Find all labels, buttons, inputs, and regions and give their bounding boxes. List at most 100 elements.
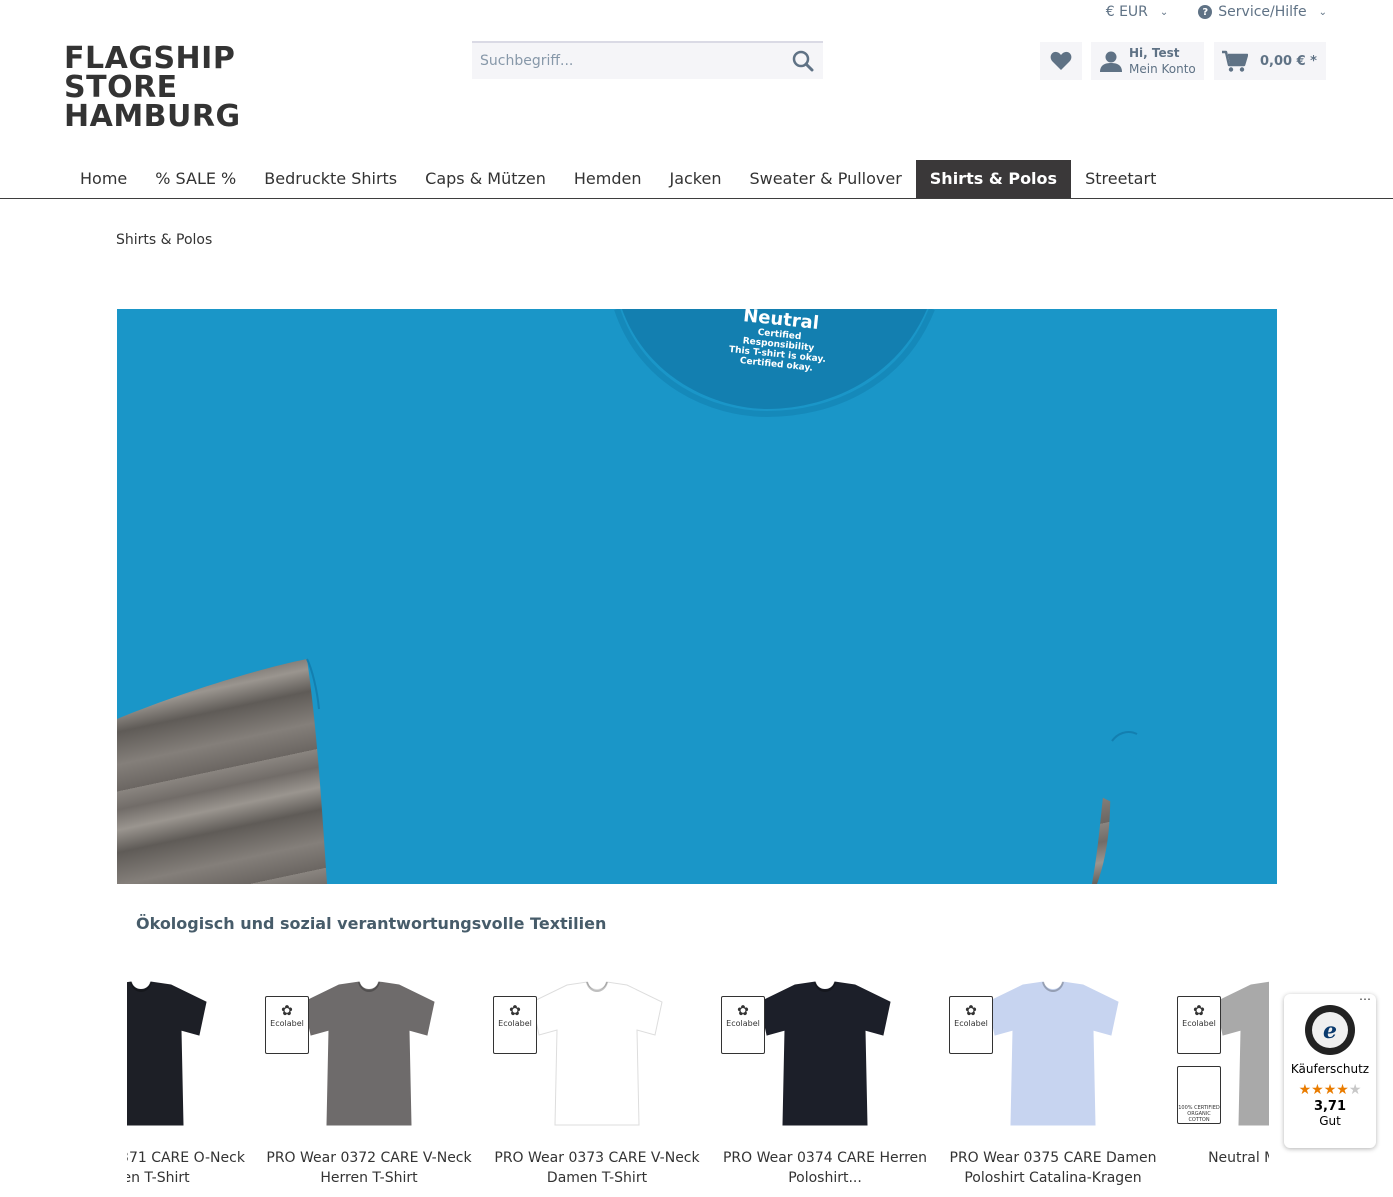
nav-item-1[interactable]: % SALE %	[141, 160, 250, 198]
nav-item-4[interactable]: Hemden	[560, 160, 656, 198]
product-image[interactable]	[527, 980, 667, 1130]
nav-list: Home% SALE % Bedruckte Shirts Caps & Mütze…	[66, 160, 1170, 198]
ecolabel-flower-icon: ✿	[281, 1003, 293, 1019]
ecolabel-flower-icon: ✿	[1193, 1003, 1205, 1019]
nav-item-3[interactable]: Caps & Mützen	[411, 160, 560, 198]
svg-text:e: e	[1323, 1018, 1337, 1044]
product-name-line-2: Poloshirt...	[788, 1170, 862, 1186]
cart-button[interactable]: 0,00 € *	[1214, 42, 1326, 80]
category-banner: Neutral Certified Responsibility This T-…	[117, 309, 1277, 884]
nav-item-7[interactable]: Shirts & Polos	[915, 160, 1072, 198]
product-name[interactable]: PRO Wear 0375 CARE Damen Poloshirt Catali…	[939, 1148, 1167, 1188]
wishlist-button[interactable]	[1040, 42, 1082, 80]
product-name-line-2: Damen T-Shirt	[546, 1170, 648, 1186]
star-icon: ★	[1348, 1082, 1362, 1098]
product-name-line-1: Neutral Mens Classic	[1208, 1150, 1269, 1166]
neck-label: Neutral Certified Responsibility This T-…	[726, 309, 832, 375]
more-icon[interactable]: ⋯	[1359, 992, 1371, 1006]
product-name-line-2: Herren T-Shirt	[127, 1170, 190, 1186]
nav-item-0[interactable]: Home	[66, 160, 141, 198]
product-name-line-2: Poloshirt Catalina-Kragen	[964, 1170, 1142, 1186]
product-image[interactable]	[127, 980, 211, 1130]
product-card[interactable]: ✿EcolabelPRO Wear 0371 CARE O-NeckHerren…	[127, 970, 255, 1197]
trust-label: Käuferschutz	[1290, 1062, 1370, 1076]
product-name[interactable]: PRO Wear 0371 CARE O-Neck Herren T-Shirt	[127, 1148, 255, 1188]
user-icon	[1100, 51, 1122, 72]
currency-label: € EUR	[1105, 4, 1148, 20]
product-name-line-2: Herren T-Shirt	[320, 1170, 418, 1186]
ecolabel-text: Ecolabel	[270, 1019, 304, 1028]
question-icon: ?	[1198, 5, 1213, 19]
star-icon: ★	[1336, 1082, 1349, 1098]
search-bar	[472, 41, 823, 79]
trusted-shops-seal-icon: e	[1305, 1005, 1355, 1055]
ecolabel-text: Ecolabel	[726, 1019, 760, 1028]
ecolabel-text: Ecolabel	[954, 1019, 988, 1028]
store-logo[interactable]: FLAGSHIP STORE HAMBURG	[64, 41, 254, 134]
account-greeting: Hi, Test	[1129, 46, 1180, 60]
search-input[interactable]	[472, 43, 783, 79]
trusted-shops-badge[interactable]: ⋯ e Käuferschutz ★★★★★ 3,71 Gut	[1284, 992, 1376, 1148]
product-image[interactable]	[299, 980, 439, 1130]
logo-line-1: FLAGSHIP	[64, 41, 236, 76]
chevron-down-icon: ⌄	[1159, 6, 1169, 18]
product-name[interactable]: PRO Wear 0372 CARE V-Neck Herren T-Shirt	[255, 1148, 483, 1188]
top-bar: € EUR ⌄ ? Service/Hilfe ⌄	[1106, 0, 1327, 24]
nav-item-5[interactable]: Jacken	[655, 160, 735, 198]
cart-amount: 0,00 € *	[1260, 53, 1317, 69]
cart-icon	[1222, 50, 1248, 72]
section-title: Ökologisch und sozial verantwortungsvoll…	[136, 914, 607, 933]
chevron-down-icon: ⌄	[1318, 6, 1327, 18]
product-name-line-1: PRO Wear 0371 CARE O-Neck	[127, 1150, 245, 1166]
ecolabel-flower-icon: ✿	[737, 1003, 749, 1019]
product-card[interactable]: ✿ Ecolabel 100% CERTIFIED ORGANIC COTTON Ne…	[1167, 970, 1269, 1197]
t-shirt-image	[117, 309, 1277, 884]
ecolabel-badge: ✿ Ecolabel	[265, 996, 309, 1054]
trust-grade: Gut	[1319, 1114, 1341, 1128]
star-icon: ★	[1311, 1082, 1324, 1098]
nav-item-8[interactable]: Streetart	[1071, 160, 1170, 198]
product-card[interactable]: ✿ Ecolabel PRO Wear 0375 CARE Damen Poloshi…	[939, 970, 1167, 1197]
heart-icon	[1050, 51, 1072, 70]
product-name-line-1: PRO Wear 0372 CARE V-Neck	[266, 1150, 472, 1166]
product-card[interactable]: ✿ Ecolabel PRO Wear 0374 CARE Herren Polosh…	[711, 970, 939, 1197]
product-image[interactable]	[983, 980, 1123, 1130]
product-name[interactable]: Neutral Mens Classic	[1167, 1148, 1269, 1168]
product-name-line-1: PRO Wear 0374 CARE Herren	[722, 1150, 928, 1166]
product-track: ✿EcolabelPRO Wear 0371 CARE O-NeckHerren…	[127, 970, 1269, 1197]
account-label: Mein Konto	[1129, 62, 1196, 76]
service-label: Service/Hilfe	[1218, 4, 1307, 20]
star-icon: ★	[1323, 1082, 1337, 1098]
ecolabel-badge: ✿ Ecolabel	[949, 996, 993, 1054]
ecolabel-text: Ecolabel	[498, 1019, 532, 1028]
search-icon	[792, 50, 814, 72]
product-name[interactable]: PRO Wear 0373 CARE V-Neck Damen T-Shirt	[483, 1148, 711, 1188]
nav-item-6[interactable]: Sweater & Pullover	[735, 160, 915, 198]
search-button[interactable]	[783, 43, 823, 79]
rating-stars: ★★★★★	[1284, 1082, 1376, 1098]
currency-switcher[interactable]: € EUR ⌄	[1106, 4, 1169, 20]
star-icon: ★	[1298, 1082, 1312, 1098]
product-image[interactable]	[755, 980, 895, 1130]
logo-line-2: STORE	[64, 70, 178, 105]
product-name-line-1: PRO Wear 0373 CARE V-Neck	[494, 1150, 700, 1166]
product-name-line-1: PRO Wear 0375 CARE Damen	[949, 1150, 1157, 1166]
organic-cotton-text: 100% CERTIFIED ORGANIC COTTON	[1178, 1105, 1220, 1123]
nav-item-2[interactable]: Bedruckte Shirts	[250, 160, 411, 198]
service-menu[interactable]: ? Service/Hilfe ⌄	[1198, 4, 1327, 20]
logo-line-3: HAMBURG	[64, 99, 241, 134]
breadcrumb[interactable]: Shirts & Polos	[116, 232, 212, 248]
organic-cotton-badge: 100% CERTIFIED ORGANIC COTTON	[1177, 1066, 1221, 1124]
ecolabel-badge: ✿ Ecolabel	[1177, 996, 1221, 1054]
trust-score: 3,71	[1313, 1099, 1347, 1114]
account-button[interactable]: Hi, Test Mein Konto	[1091, 42, 1204, 80]
ecolabel-flower-icon: ✿	[509, 1003, 521, 1019]
ecolabel-badge: ✿ Ecolabel	[721, 996, 765, 1054]
product-card[interactable]: ✿ Ecolabel PRO Wear 0372 CARE V-Neck Herren…	[255, 970, 483, 1197]
product-name[interactable]: PRO Wear 0374 CARE Herren Poloshirt...	[711, 1148, 939, 1188]
product-card[interactable]: ✿ Ecolabel PRO Wear 0373 CARE V-Neck Damen …	[483, 970, 711, 1197]
ecolabel-flower-icon: ✿	[965, 1003, 977, 1019]
ecolabel-text: Ecolabel	[1182, 1019, 1216, 1028]
main-navigation: Home% SALE % Bedruckte Shirts Caps & Mütze…	[0, 160, 1393, 199]
product-slider: ✿EcolabelPRO Wear 0371 CARE O-NeckHerren…	[127, 970, 1269, 1197]
